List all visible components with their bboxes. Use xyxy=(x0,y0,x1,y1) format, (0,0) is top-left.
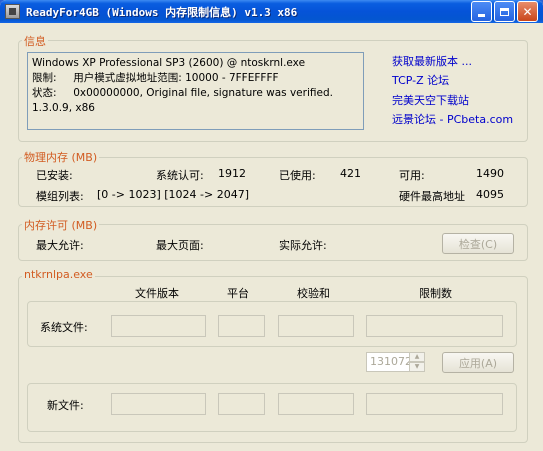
new-file-checksum-field xyxy=(278,393,354,415)
info-line-status: 状态: 0x00000000, Original file, signature… xyxy=(32,87,333,99)
spin-up-icon[interactable]: ▲ xyxy=(409,352,425,362)
title-bar[interactable]: ReadyFor4GB (Windows 内存限制信息) v1.3 x86 ✕ xyxy=(0,0,543,23)
commit-label: 内存许可 (MB) xyxy=(22,217,100,233)
max-allowed-label: 最大允许: xyxy=(36,239,84,252)
system-file-limit-field xyxy=(366,315,503,337)
link-tcpz-forum[interactable]: TCP-Z 论坛 xyxy=(392,72,449,88)
apply-button[interactable]: 应用(A) xyxy=(442,352,514,373)
installed-label: 已安装: xyxy=(36,169,73,182)
system-allowed-label: 系统认可: xyxy=(156,169,204,182)
new-file-version-field xyxy=(111,393,206,415)
system-file-label: 系统文件: xyxy=(40,321,88,334)
col-platform: 平台 xyxy=(227,287,249,300)
module-list-label: 模组列表: xyxy=(36,190,84,203)
check-button[interactable]: 检查(C) xyxy=(442,233,514,254)
new-file-platform-field xyxy=(218,393,265,415)
available-value: 1490 xyxy=(476,167,504,180)
link-pcbeta-forum[interactable]: 远景论坛 - PCbeta.com xyxy=(392,111,513,127)
info-line-version: 1.3.0.9, x86 xyxy=(32,102,95,114)
col-limit: 限制数 xyxy=(419,287,452,300)
physical-memory-label: 物理内存 (MB) xyxy=(22,149,100,165)
limit-spin-input[interactable]: 131072 xyxy=(366,352,412,372)
info-text-box[interactable]: Windows XP Professional SP3 (2600) @ nto… xyxy=(27,52,364,130)
system-file-platform-field xyxy=(218,315,265,337)
info-line-limit: 限制: 用户模式虚拟地址范围: 10000 - 7FFEFFFF xyxy=(32,72,279,84)
system-allowed-value: 1912 xyxy=(218,167,246,180)
maximize-icon xyxy=(500,7,509,16)
main-window: ReadyFor4GB (Windows 内存限制信息) v1.3 x86 ✕ … xyxy=(0,0,543,451)
used-label: 已使用: xyxy=(279,169,316,182)
info-line-os: Windows XP Professional SP3 (2600) @ nto… xyxy=(32,57,306,69)
info-group-label: 信息 xyxy=(22,33,48,49)
limit-spinner[interactable]: ▲ ▼ xyxy=(409,352,425,372)
ntkrnlpa-label: ntkrnlpa.exe xyxy=(22,268,95,281)
minimize-button[interactable] xyxy=(471,1,492,22)
col-checksum: 校验和 xyxy=(297,287,330,300)
minimize-icon xyxy=(478,14,485,17)
maximize-button[interactable] xyxy=(494,1,515,22)
module-list-value: [0 -> 1023] [1024 -> 2047] xyxy=(97,188,250,201)
actual-allowed-label: 实际允许: xyxy=(279,239,327,252)
new-file-limit-field xyxy=(366,393,503,415)
system-file-version-field xyxy=(111,315,206,337)
system-file-checksum-field xyxy=(278,315,354,337)
hw-max-address-label: 硬件最高地址 xyxy=(399,190,465,203)
close-button[interactable]: ✕ xyxy=(517,1,538,22)
used-value: 421 xyxy=(340,167,361,180)
available-label: 可用: xyxy=(399,169,425,182)
max-page-label: 最大页面: xyxy=(156,239,204,252)
close-icon: ✕ xyxy=(522,4,533,19)
col-file-version: 文件版本 xyxy=(135,287,179,300)
link-get-latest[interactable]: 获取最新版本 ... xyxy=(392,53,472,69)
app-icon xyxy=(5,4,20,19)
hw-max-address-value: 4095 xyxy=(476,188,504,201)
link-download-site[interactable]: 完美天空下载站 xyxy=(392,92,469,108)
new-file-label: 新文件: xyxy=(47,399,84,412)
window-title: ReadyFor4GB (Windows 内存限制信息) v1.3 x86 xyxy=(26,6,298,19)
spin-down-icon[interactable]: ▼ xyxy=(409,362,425,372)
